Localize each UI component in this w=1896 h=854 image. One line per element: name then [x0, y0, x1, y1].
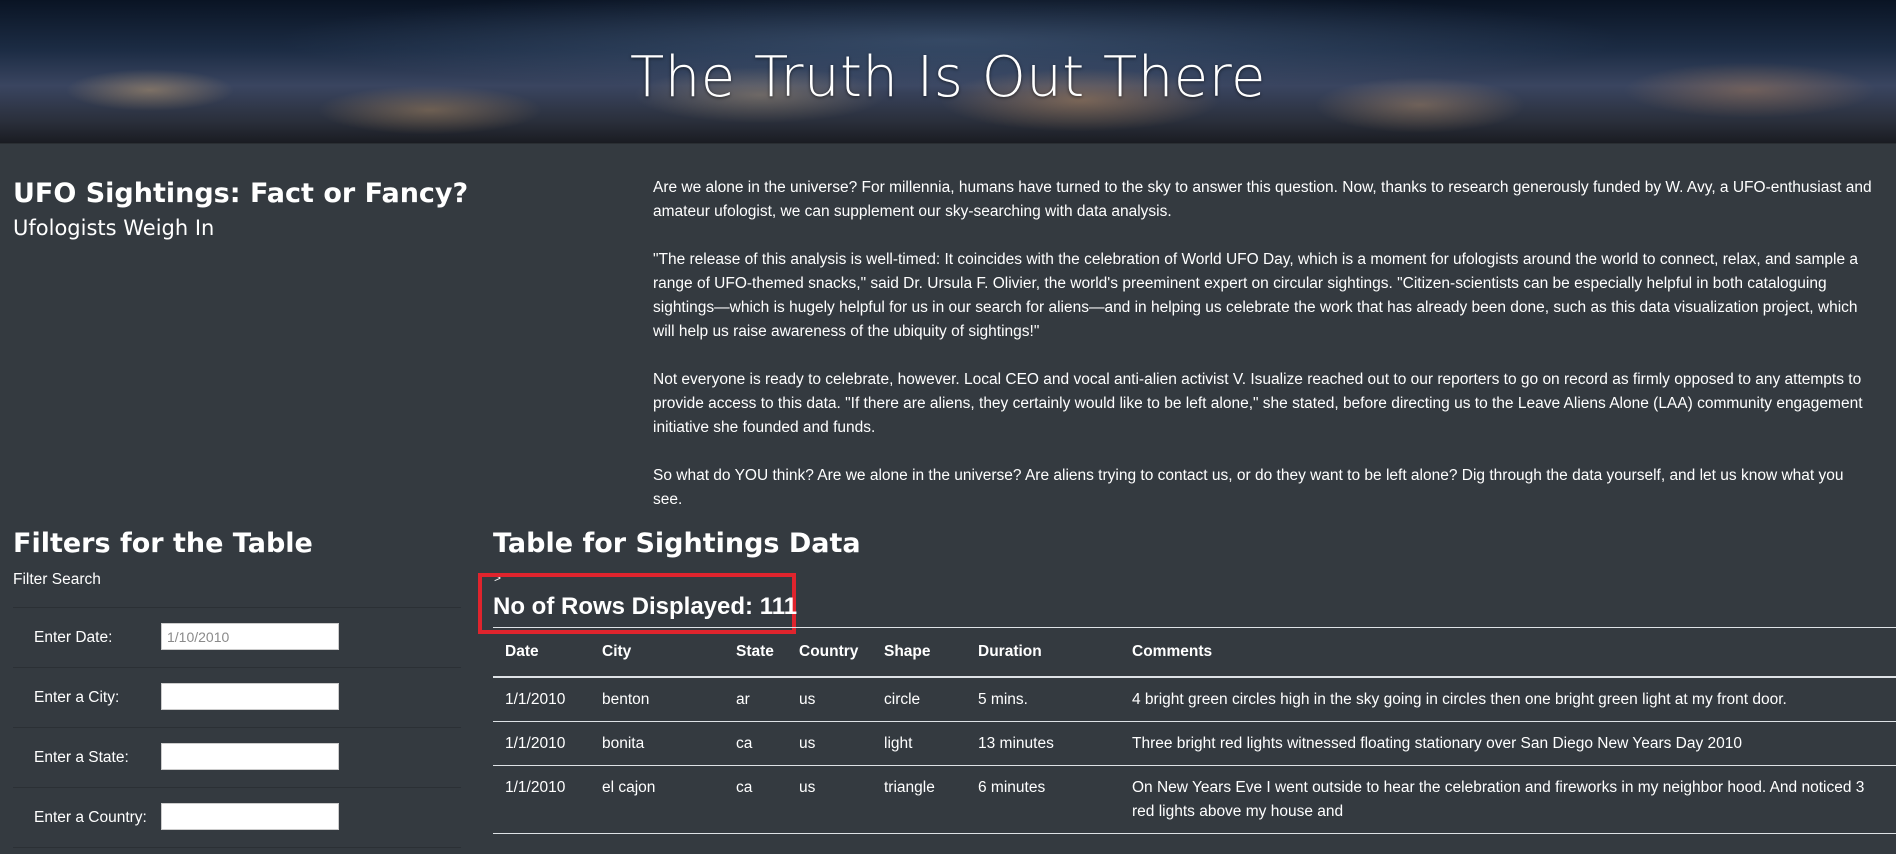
article-line: provide access to this data. "If there a… [653, 395, 1863, 412]
cell-comments: Three bright red lights witnessed floati… [1120, 721, 1896, 766]
cell-country: us [787, 721, 872, 766]
filter-item-date: Enter Date: [13, 608, 461, 668]
country-input[interactable] [161, 803, 339, 830]
table-row: 1/1/2010 el cajon ca us triangle 6 minut… [493, 765, 1896, 834]
date-label: Enter Date: [34, 629, 113, 646]
city-label: Enter a City: [34, 689, 120, 706]
filter-list: Enter Date: Enter a City: Enter a State:… [13, 607, 461, 848]
header-state: State [724, 627, 787, 678]
cell-date: 1/1/2010 [493, 677, 590, 722]
table-title: Table for Sightings Data [493, 528, 861, 559]
cell-duration: 6 minutes [966, 765, 1120, 834]
filter-search-label: Filter Search [13, 571, 101, 588]
cell-date: 1/1/2010 [493, 721, 590, 766]
cell-state: ca [724, 765, 787, 834]
filters-title: Filters for the Table [13, 528, 313, 559]
page-title: UFO Sightings: Fact or Fancy? [13, 178, 469, 209]
article-line: see. [653, 491, 683, 508]
article-line: range of UFO-themed snacks," said Dr. Ur… [653, 275, 1827, 292]
article-paragraph: "The release of this analysis is well-ti… [653, 248, 1896, 344]
table-body: 1/1/2010 benton ar us circle 5 mins. 4 b… [493, 677, 1896, 834]
header-duration: Duration [966, 627, 1120, 678]
cell-country: us [787, 677, 872, 722]
article-line: Not everyone is ready to celebrate, howe… [653, 371, 1862, 388]
cell-shape: light [872, 721, 966, 766]
rows-displayed-count: No of Rows Displayed: 111 [493, 593, 798, 620]
header-row: Date City State Country Shape Duration C… [493, 627, 1896, 678]
cell-city: benton [590, 677, 724, 722]
article-line: "The release of this analysis is well-ti… [653, 251, 1859, 268]
article-line: initiative she founded and funds. [653, 419, 876, 436]
table-row: 1/1/2010 benton ar us circle 5 mins. 4 b… [493, 677, 1896, 722]
cell-state: ar [724, 677, 787, 722]
hero-banner: The Truth Is Out There [0, 0, 1896, 144]
state-input[interactable] [161, 743, 339, 770]
article: Are we alone in the universe? For millen… [653, 176, 1896, 536]
cell-shape: circle [872, 677, 966, 722]
filter-item-city: Enter a City: [13, 668, 461, 728]
cell-duration: 13 minutes [966, 721, 1120, 766]
page: The Truth Is Out There UFO Sightings: Fa… [0, 0, 1896, 854]
filter-item-state: Enter a State: [13, 728, 461, 788]
cell-comments: 4 bright green circles high in the sky g… [1120, 677, 1896, 722]
header-date: Date [493, 627, 590, 678]
page-subtitle: Ufologists Weigh In [13, 216, 215, 240]
article-line: sightings—which is hugely helpful for us… [653, 299, 1858, 316]
cell-comments: On New Years Eve I went outside to hear … [1120, 765, 1896, 834]
state-label: Enter a State: [34, 749, 129, 766]
date-input[interactable] [161, 623, 339, 650]
filter-item-country: Enter a Country: [13, 788, 461, 848]
sightings-table: Date City State Country Shape Duration C… [493, 627, 1896, 834]
banner-title: The Truth Is Out There [630, 44, 1266, 110]
article-paragraph: So what do YOU think? Are we alone in th… [653, 464, 1896, 512]
article-line: So what do YOU think? Are we alone in th… [653, 467, 1844, 484]
cell-shape: triangle [872, 765, 966, 834]
cell-city: bonita [590, 721, 724, 766]
article-paragraph: Not everyone is ready to celebrate, howe… [653, 368, 1896, 440]
article-paragraph: Are we alone in the universe? For millen… [653, 176, 1896, 224]
table-row: 1/1/2010 bonita ca us light 13 minutes T… [493, 721, 1896, 766]
cell-date: 1/1/2010 [493, 765, 590, 834]
city-input[interactable] [161, 683, 339, 710]
table-header: Date City State Country Shape Duration C… [493, 627, 1896, 678]
header-shape: Shape [872, 627, 966, 678]
article-line: amateur ufologist, we can supplement our… [653, 203, 1172, 220]
article-line: Are we alone in the universe? For millen… [653, 179, 1872, 196]
header-comments: Comments [1120, 627, 1896, 678]
cell-duration: 5 mins. [966, 677, 1120, 722]
cell-country: us [787, 765, 872, 834]
header-country: Country [787, 627, 872, 678]
cell-state: ca [724, 721, 787, 766]
header-city: City [590, 627, 724, 678]
article-line: will help us raise awareness of the ubiq… [653, 323, 1040, 340]
country-label: Enter a Country: [34, 809, 147, 826]
cell-city: el cajon [590, 765, 724, 834]
